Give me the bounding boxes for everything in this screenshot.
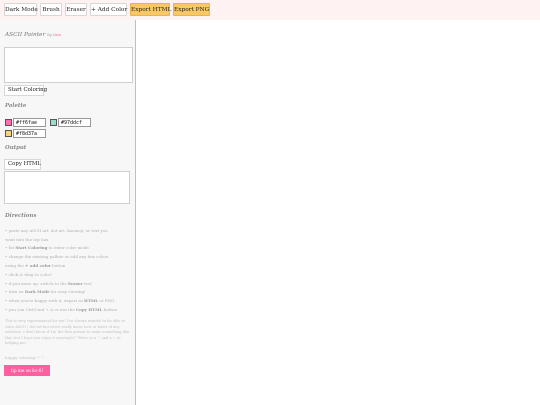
ascii-input[interactable] (4, 47, 133, 83)
direction-line: • you can Ctrl/Cmd + A or use the Copy H… (5, 307, 117, 312)
direction-line: want into the top box (5, 237, 49, 242)
output-heading: Output (5, 145, 27, 151)
hex-input-teal[interactable] (58, 118, 91, 127)
copy-html-button[interactable]: Copy HTML (4, 159, 41, 170)
eraser-button[interactable]: Eraser (65, 3, 87, 16)
export-html-button[interactable]: Export HTML (130, 3, 171, 16)
swatch-yellow[interactable] (5, 130, 12, 137)
swatch-pink[interactable] (5, 119, 12, 126)
author-note: This is very experimental for me! I've a… (5, 319, 130, 345)
drawing-canvas[interactable] (136, 20, 540, 405)
brush-button[interactable]: Brush (40, 3, 62, 16)
dark-mode-button[interactable]: Dark Mode (4, 3, 38, 16)
add-color-button[interactable]: + Add Color (90, 3, 127, 16)
sidebar: ASCII Painter bytina Start Coloring Palet… (0, 20, 136, 405)
happy-coloring-text: happy coloring ~ ♡ (5, 355, 45, 360)
hex-input-pink[interactable] (13, 118, 46, 127)
title-by: by (47, 32, 53, 37)
direction-line: • hit Start Coloring to enter color mode (5, 245, 89, 250)
output-textarea[interactable] (4, 171, 130, 204)
export-png-button[interactable]: Export PNG (173, 3, 210, 16)
direction-line: • if you mess up, switch to the Eraser t… (5, 281, 92, 286)
hex-input-yellow[interactable] (13, 129, 46, 138)
palette-heading: Palette (5, 103, 27, 109)
direction-line: • change the existing pallete or add any… (5, 254, 109, 259)
swatch-teal[interactable] (50, 119, 57, 126)
kofi-tip-button[interactable]: tip me on ko-fi! (4, 365, 50, 376)
direction-line: • paste any ASCII art, dot art, kaomoji,… (5, 228, 108, 233)
start-coloring-button[interactable]: Start Coloring (4, 85, 47, 96)
toolbar: Dark Mode Brush Eraser + Add Color Expor… (0, 0, 540, 21)
directions-heading: Directions (5, 213, 37, 219)
direction-line: using the + add color button (5, 263, 66, 268)
author-link[interactable]: tina (53, 32, 61, 37)
app-title: ASCII Painter bytina (5, 32, 61, 38)
direction-line: • click & drag to color! (5, 272, 53, 277)
direction-line: • when you're happy with it, export as H… (5, 298, 115, 303)
direction-line: • turn on Dark Mode for easy viewing! (5, 289, 86, 294)
app-title-text: ASCII Painter (5, 32, 46, 38)
